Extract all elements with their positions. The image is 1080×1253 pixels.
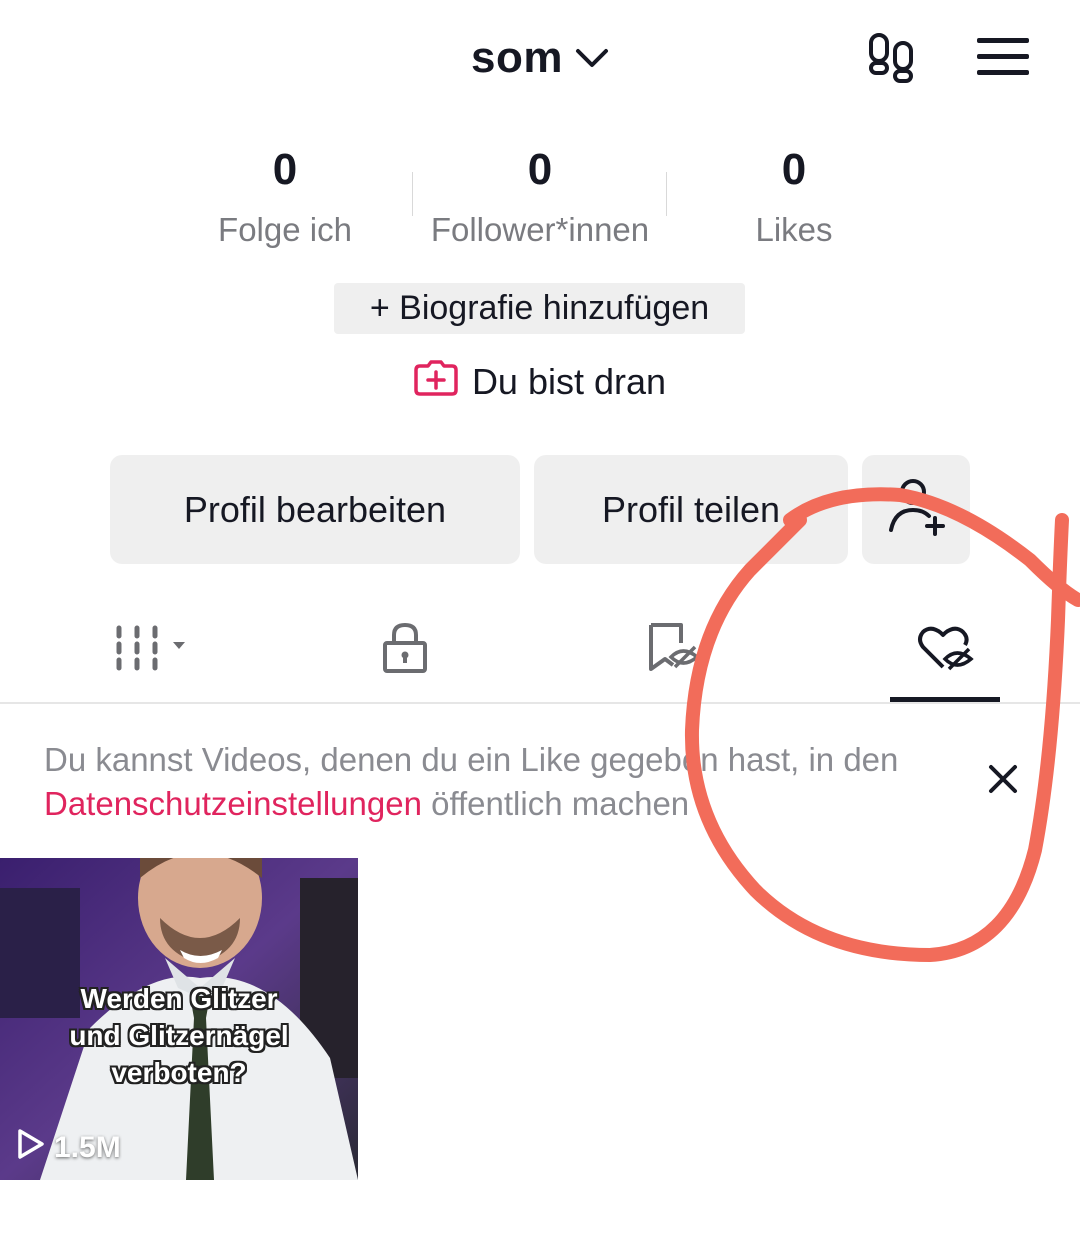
footprints-icon[interactable] [862,28,922,88]
stat-value: 0 [781,145,807,194]
tab-private[interactable] [350,600,460,700]
stat-value: 0 [527,145,553,194]
play-icon [16,1128,46,1168]
edit-profile-button[interactable]: Profil bearbeiten [110,455,520,564]
username: som [471,33,563,82]
tab-videos[interactable] [90,600,200,700]
your-turn-label: Du bist dran [471,361,667,402]
caption-line: und Glitzernägel [69,1020,289,1051]
share-profile-button[interactable]: Profil teilen [534,455,848,564]
stat-likes[interactable]: 0 Likes [664,140,924,260]
stat-label: Follower*innen [430,211,650,248]
bookmark-hidden-icon [645,621,701,680]
notice-text: öffentlich machen [421,785,690,822]
close-notice-button[interactable] [978,756,1028,806]
tab-saved[interactable] [618,600,728,700]
stat-label: Likes [755,211,833,248]
lock-icon [380,621,430,680]
notice-text: Du kannst Videos, denen du ein Like gege… [44,741,899,778]
grid-icon [103,624,187,677]
view-count-value: 1.5M [54,1131,121,1164]
add-story-icon [414,359,458,405]
tab-liked[interactable] [890,600,1000,700]
caption-line: verboten? [111,1057,247,1088]
heart-hidden-icon [915,623,975,678]
stat-followers[interactable]: 0 Follower*innen [410,140,670,260]
liked-videos-privacy-notice: Du kannst Videos, denen du ein Like gege… [44,738,944,826]
hamburger-menu-icon[interactable] [972,30,1034,82]
view-count: 1.5M [16,1128,121,1168]
tabs-divider [0,702,1080,704]
chevron-down-icon [575,46,609,70]
video-thumbnail[interactable]: Werden Glitzer und Glitzernägel verboten… [0,858,358,1180]
your-turn-link[interactable]: Du bist dran [0,356,1080,408]
stat-label: Folge ich [218,211,352,248]
video-caption: Werden Glitzer und Glitzernägel verboten… [0,980,358,1091]
close-icon [988,764,1018,799]
add-person-icon [885,474,947,545]
add-friend-button[interactable] [862,455,970,564]
add-bio-button[interactable]: + Biografie hinzufügen [334,283,745,334]
stat-following[interactable]: 0 Folge ich [155,140,415,260]
stat-value: 0 [272,145,298,194]
privacy-settings-link[interactable]: Datenschutzeinstellungen [44,785,422,822]
caption-line: Werden Glitzer [80,983,278,1014]
